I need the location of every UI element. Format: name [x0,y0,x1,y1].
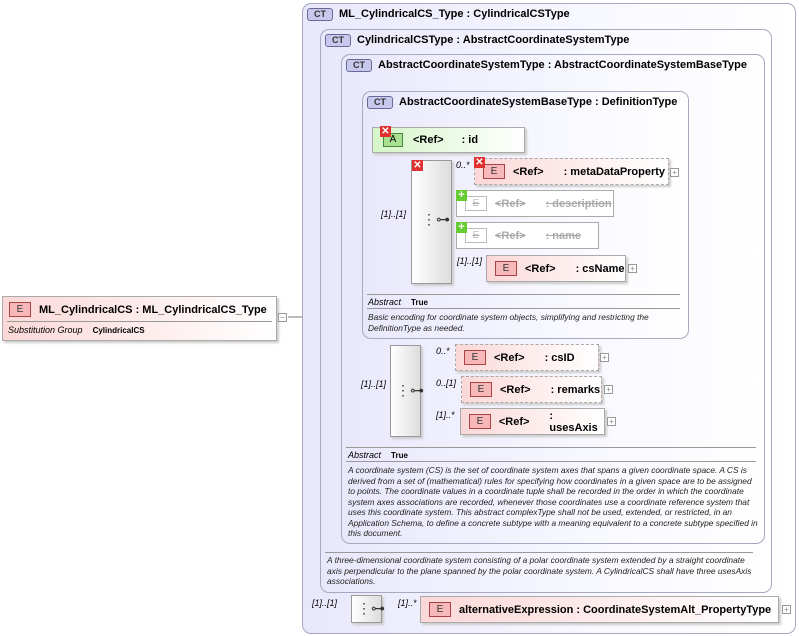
element-name: : remarks [550,383,601,396]
element-name: : csID [544,351,575,364]
root-element-name: ML_CylindricalCS : ML_CylindricalCS_Type [39,303,267,316]
element-ref: <Ref> [498,415,530,428]
prohibited-icon: ✕ [380,126,391,137]
ct-badge: CT [367,96,393,109]
element-badge: E [483,164,505,179]
ct-description: A three-dimensional coordinate system co… [327,555,752,586]
element-csname[interactable]: E <Ref> : csName [486,255,626,282]
element-csid[interactable]: E <Ref> : csID [455,344,599,371]
element-badge: E [465,228,487,243]
element-badge: E [429,602,451,617]
added-icon: + [456,190,467,201]
sequence-compositor[interactable]: ⋮⊶ [390,345,424,437]
cardinality: [1]..[1] [457,256,483,266]
element-badge: E [464,350,486,365]
sequence-icon: ⋮⊶ [422,211,450,227]
element-badge: E [465,196,487,211]
element-ref: <Ref> [494,351,525,364]
prohibited-icon: ✕ [412,160,423,171]
subst-value: CylindricalCS [92,326,145,335]
element-ref: <Ref> [495,197,526,210]
cardinality: [1]..[1] [361,379,387,389]
element-usesaxis[interactable]: E <Ref> : usesAxis [460,408,605,435]
element-ref: <Ref> [500,383,531,396]
attribute-id[interactable]: A <Ref> : id [372,127,525,153]
abstract-label: Abstract [368,297,402,307]
cardinality: [1]..* [398,598,417,608]
ct-title: AbstractCoordinateSystemBaseType : Defin… [399,96,678,108]
added-icon: + [456,222,467,233]
ct-title: ML_CylindricalCS_Type : CylindricalCSTyp… [339,8,570,20]
cardinality: 0..* [456,160,470,170]
ct-badge: CT [346,59,372,72]
attr-name: : id [461,134,479,146]
element-ref: <Ref> [513,165,544,178]
abstract-label: Abstract [348,450,382,460]
sequence-icon: ⋮⊶ [396,382,424,398]
expand-toggle[interactable]: + [607,417,616,426]
element-metadataproperty[interactable]: E <Ref> : metaDataProperty [474,158,669,185]
prohibited-icon: ✕ [474,157,485,168]
element-name[interactable]: E <Ref> : name [456,222,599,249]
element-description[interactable]: E <Ref> : description [456,190,614,217]
abstract-value: True [411,298,428,307]
element-remarks[interactable]: E <Ref> : remarks [461,376,602,403]
collapse-toggle[interactable]: − [278,313,287,322]
ct-description: A coordinate system (CS) is the set of c… [348,465,758,538]
sequence-icon: ⋮⊶ [357,600,385,616]
abstract-value: True [391,451,408,460]
element-name: : csName [575,262,625,275]
element-ref: <Ref> [495,229,526,242]
root-element[interactable]: E ML_CylindricalCS : ML_CylindricalCS_Ty… [2,296,277,341]
element-ref: <Ref> [525,262,556,275]
expand-toggle[interactable]: + [628,264,637,273]
element-badge: E [470,382,492,397]
element-name: : description [545,197,612,210]
ct-title: AbstractCoordinateSystemType : AbstractC… [378,59,748,71]
attr-ref: <Ref> [413,134,444,146]
element-name: : name [545,229,582,242]
ct-title: CylindricalCSType : AbstractCoordinateSy… [357,34,630,46]
cardinality: 0..* [436,346,450,356]
expand-toggle[interactable]: + [670,168,679,177]
element-alternativeexpression[interactable]: EalternativeExpression : CoordinateSyste… [420,596,779,623]
expand-toggle[interactable]: + [600,353,609,362]
element-name: alternativeExpression : CoordinateSystem… [459,603,772,616]
subst-label: Substitution Group [8,325,83,335]
element-name: : metaDataProperty [563,165,666,178]
cardinality: [1]..* [436,410,455,420]
element-badge: E [9,302,31,317]
sequence-compositor[interactable]: ⋮⊶ [351,595,385,623]
element-badge: E [495,261,517,276]
expand-toggle[interactable]: + [604,385,613,394]
sequence-compositor[interactable]: ⋮⊶ [411,160,452,284]
cardinality: 0..[1] [436,378,457,388]
ct-description: Basic encoding for coordinate system obj… [368,312,649,333]
cardinality: [1]..[1] [312,598,338,608]
expand-toggle[interactable]: + [782,605,791,614]
ct-badge: CT [325,34,351,47]
ct-badge: CT [307,8,333,21]
element-badge: E [469,414,491,429]
cardinality: [1]..[1] [381,209,407,219]
element-name: : usesAxis [549,409,598,434]
